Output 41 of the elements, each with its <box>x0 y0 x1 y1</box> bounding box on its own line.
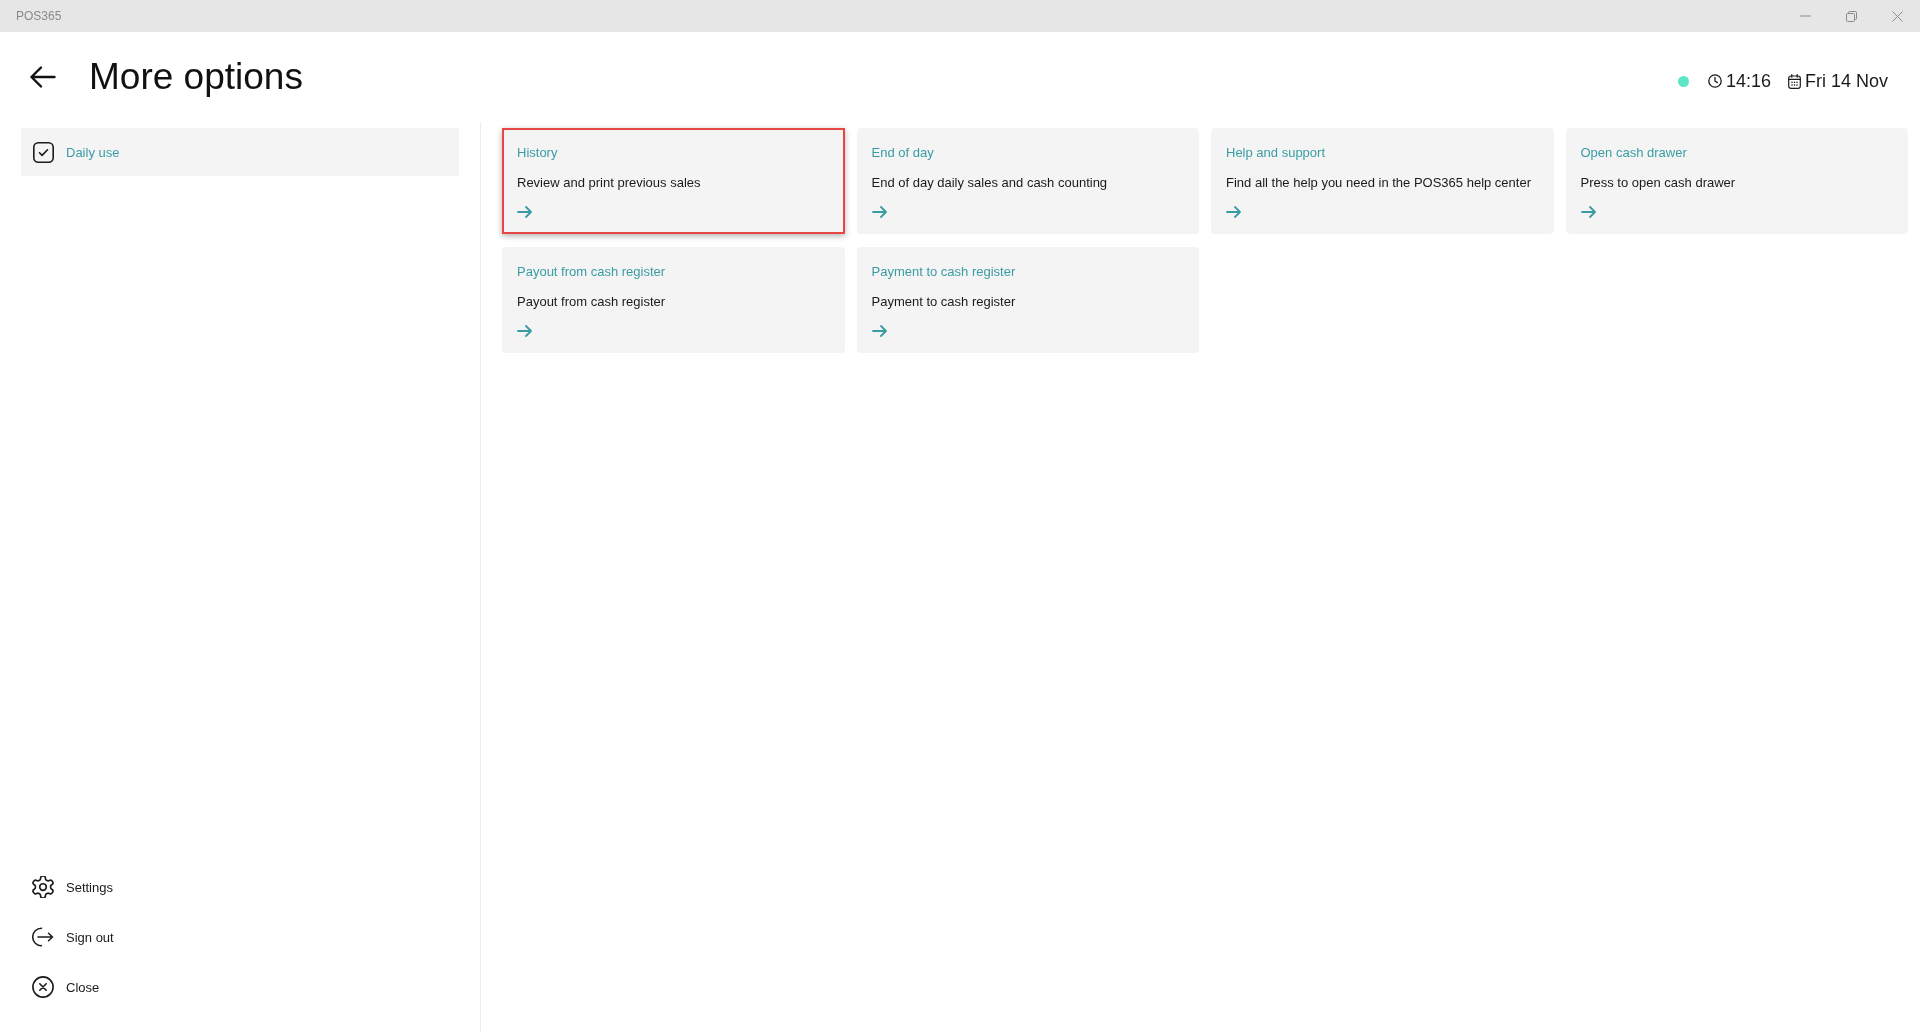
back-arrow-icon[interactable] <box>30 66 56 88</box>
option-card[interactable]: End of day End of day daily sales and cash counting <box>856 128 1199 234</box>
restore-icon[interactable] <box>1845 10 1857 22</box>
option-description: Payout from cash register <box>517 294 666 310</box>
sign-out-button[interactable]: Sign out <box>21 912 114 962</box>
option-description: End of day daily sales and cash counting <box>871 175 1108 191</box>
option-card[interactable]: Payout from cash register Payout from cash register <box>502 247 845 353</box>
option-title: Payout from cash register <box>517 264 666 280</box>
gear-icon <box>32 876 54 898</box>
option-card[interactable]: Payment to cash register Payment to cash register <box>856 247 1199 353</box>
option-description: Payment to cash register <box>871 294 1016 310</box>
sign-out-icon <box>32 927 54 947</box>
option-title: End of day <box>871 145 934 161</box>
settings-button[interactable]: Settings <box>21 862 113 912</box>
arrow-right-icon <box>871 325 887 337</box>
option-title: Help and support <box>1226 145 1325 161</box>
option-title: Open cash drawer <box>1580 145 1687 161</box>
arrow-right-icon <box>871 206 887 218</box>
arrow-right-icon <box>1580 206 1596 218</box>
option-card[interactable]: Help and support Find all the help you need in the POS365 help center <box>1211 128 1554 234</box>
arrow-right-icon <box>1226 206 1241 218</box>
app-title: POS365 <box>16 9 62 23</box>
date-label: Fri 14 Nov <box>1804 70 1888 92</box>
option-description: Find all the help you need in the POS365 help center <box>1226 175 1531 191</box>
close-button[interactable]: Close <box>21 962 100 1012</box>
option-description: Review and print previous sales <box>517 175 701 191</box>
option-card[interactable]: Open cash drawer Press to open cash drawer <box>1565 128 1908 234</box>
option-card[interactable]: History Review and print previous sales <box>502 128 845 234</box>
minimize-icon[interactable] <box>1799 15 1811 17</box>
arrow-right-icon <box>517 206 532 218</box>
close-icon <box>32 976 54 998</box>
page-title: More options <box>89 55 303 99</box>
checkbox-icon <box>33 141 54 163</box>
arrow-right-icon <box>517 325 532 337</box>
time-label: 14:16 <box>1725 70 1771 92</box>
calendar-icon <box>1787 73 1801 89</box>
option-title: Payment to cash register <box>871 264 1016 280</box>
option-description: Press to open cash drawer <box>1580 175 1736 191</box>
clock-icon <box>1707 74 1722 88</box>
close-icon[interactable] <box>1891 10 1903 22</box>
option-title: History <box>517 145 558 161</box>
